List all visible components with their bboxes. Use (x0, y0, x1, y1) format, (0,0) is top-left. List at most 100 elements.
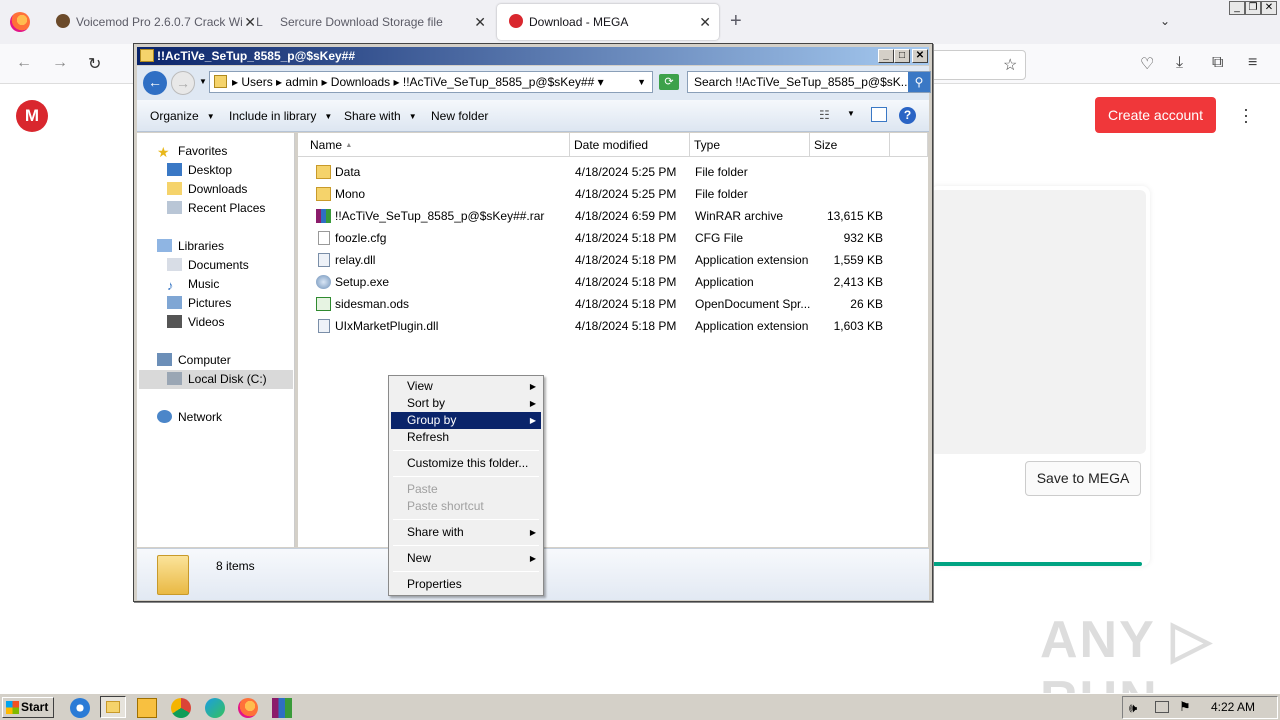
address-dropdown-icon[interactable]: ▼ (637, 72, 646, 92)
menu-label: Share with (407, 525, 464, 539)
extensions-icon[interactable]: ⧉ (1212, 54, 1223, 72)
minimize-button[interactable]: _ (878, 49, 894, 63)
column-header-extra[interactable] (890, 133, 928, 157)
new-tab-button[interactable]: + (730, 10, 742, 33)
media-player-icon[interactable] (137, 698, 157, 718)
close-browser-button[interactable]: ✕ (1261, 1, 1277, 15)
edge-icon[interactable] (205, 698, 225, 718)
pocket-icon[interactable]: ♡ (1140, 54, 1154, 74)
winrar-icon[interactable] (272, 698, 292, 718)
breadcrumb-downloads[interactable]: Downloads (331, 75, 390, 89)
url-bar[interactable]: ☆ (930, 50, 1026, 80)
preview-pane-icon[interactable] (871, 107, 887, 122)
tab-secure-download[interactable]: Sercure Download Storage file ✕ (268, 4, 494, 40)
star-icon: ★ (157, 144, 170, 160)
breadcrumb-users[interactable]: Users (241, 75, 272, 89)
nav-music[interactable]: ♪ Music (167, 277, 219, 293)
firefox-taskbar-icon[interactable] (238, 698, 258, 718)
column-header-date[interactable]: Date modified (570, 133, 690, 157)
include-in-library-button[interactable]: Include in library ▼ (229, 109, 332, 123)
bookmark-star-icon[interactable]: ☆ (1003, 55, 1017, 75)
clock[interactable]: 4:22 AM (1211, 700, 1255, 714)
breadcrumb-admin[interactable]: admin (285, 75, 318, 89)
menu-item-properties[interactable]: Properties (391, 576, 541, 593)
search-icon[interactable]: ⚲ (908, 72, 930, 92)
table-row[interactable]: sidesman.ods 4/18/2024 5:18 PM OpenDocum… (298, 293, 928, 315)
action-center-flag-icon[interactable]: ⚑ (1179, 699, 1191, 715)
mega-logo[interactable]: M (16, 100, 48, 132)
start-button[interactable]: Start (2, 697, 54, 718)
breadcrumb[interactable]: ▸ Users ▸ admin ▸ Downloads ▸ !!AcTiVe_S… (209, 71, 653, 93)
table-row[interactable]: Mono 4/18/2024 5:25 PM File folder (298, 183, 928, 205)
nav-local-disk[interactable]: Local Disk (C:) (139, 370, 293, 389)
explorer-title-bar[interactable]: !!AcTiVe_SeTup_8585_p@$sKey## _ □ ✕ (137, 47, 929, 65)
close-button[interactable]: ✕ (912, 49, 928, 63)
menu-item-view[interactable]: View ▶ (391, 378, 541, 395)
column-header-size[interactable]: Size (810, 133, 890, 157)
column-header-type[interactable]: Type (690, 133, 810, 157)
change-view-icon[interactable]: ☷ (819, 108, 830, 122)
volume-icon[interactable]: 🕪 (1129, 700, 1137, 716)
table-row[interactable]: Data 4/18/2024 5:25 PM File folder (298, 161, 928, 183)
tab-voicemod[interactable]: Voicemod Pro 2.6.0.7 Crack With L ✕ (44, 4, 264, 40)
column-header-name[interactable]: Name ▲ (298, 133, 570, 157)
menu-item-sort-by[interactable]: Sort by ▶ (391, 395, 541, 412)
tab-mega[interactable]: Download - MEGA ✕ (497, 4, 719, 40)
nav-pictures[interactable]: Pictures (167, 296, 231, 310)
help-icon[interactable]: ? (899, 107, 916, 124)
close-icon[interactable]: ✕ (474, 4, 486, 40)
breadcrumb-current[interactable]: !!AcTiVe_SeTup_8585_p@$sKey## (403, 75, 594, 89)
view-dropdown-icon[interactable]: ▼ (847, 109, 855, 118)
more-options-icon[interactable]: · · · (1243, 100, 1249, 130)
list-all-tabs-button[interactable]: ⌄ (1160, 14, 1170, 28)
back-icon[interactable]: ← (16, 54, 32, 72)
save-to-mega-button[interactable]: Save to MEGA (1025, 461, 1141, 496)
recent-pages-dropdown-icon[interactable]: ▼ (199, 77, 207, 86)
internet-explorer-icon[interactable] (70, 698, 90, 718)
share-with-button[interactable]: Share with ▼ (344, 109, 417, 123)
new-folder-button[interactable]: New folder (431, 109, 488, 123)
nav-documents[interactable]: Documents (167, 258, 249, 272)
refresh-icon[interactable]: ⟳ (659, 74, 679, 90)
chrome-icon[interactable] (171, 698, 191, 718)
table-row[interactable]: relay.dll 4/18/2024 5:18 PM Application … (298, 249, 928, 271)
nav-network[interactable]: Network (157, 410, 222, 424)
menu-item-new[interactable]: New ▶ (391, 550, 541, 567)
close-icon[interactable]: ✕ (699, 4, 711, 40)
table-row[interactable]: Setup.exe 4/18/2024 5:18 PM Application … (298, 271, 928, 293)
file-name: UIxMarketPlugin.dll (335, 319, 439, 333)
firefox-logo-icon[interactable] (10, 12, 30, 32)
close-icon[interactable]: ✕ (242, 4, 256, 40)
menu-item-group-by[interactable]: Group by ▶ (391, 412, 541, 429)
restore-browser-button[interactable]: ❐ (1245, 1, 1261, 15)
downloads-icon[interactable]: ⤓ (1176, 54, 1183, 72)
menu-item-share-with[interactable]: Share with ▶ (391, 524, 541, 541)
minimize-browser-button[interactable]: _ (1229, 1, 1245, 15)
organize-label: Organize (150, 109, 199, 123)
menu-item-paste-shortcut[interactable]: Paste shortcut (391, 498, 541, 515)
reload-icon[interactable]: ↻ (88, 54, 101, 74)
organize-button[interactable]: Organize ▼ (150, 109, 215, 123)
forward-button-icon[interactable]: → (171, 71, 195, 95)
network-tray-icon[interactable] (1155, 701, 1169, 713)
nav-recent-places[interactable]: Recent Places (167, 201, 265, 215)
nav-favorites[interactable]: ★ Favorites (157, 144, 227, 160)
explorer-taskbar-button[interactable] (100, 696, 126, 718)
maximize-button[interactable]: □ (894, 49, 910, 63)
table-row[interactable]: foozle.cfg 4/18/2024 5:18 PM CFG File 93… (298, 227, 928, 249)
nav-computer[interactable]: Computer (157, 353, 231, 367)
back-button-icon[interactable]: ← (143, 71, 167, 95)
table-row[interactable]: UIxMarketPlugin.dll 4/18/2024 5:18 PM Ap… (298, 315, 928, 337)
forward-icon[interactable]: → (52, 54, 68, 72)
table-row[interactable]: !!AcTiVe_SeTup_8585_p@$sKey##.rar 4/18/2… (298, 205, 928, 227)
menu-item-refresh[interactable]: Refresh (391, 429, 541, 446)
menu-item-paste[interactable]: Paste (391, 481, 541, 498)
nav-desktop[interactable]: Desktop (167, 163, 232, 177)
menu-item-customize[interactable]: Customize this folder... (391, 455, 541, 472)
nav-libraries[interactable]: Libraries (157, 239, 224, 253)
nav-videos[interactable]: Videos (167, 315, 224, 329)
menu-icon[interactable]: ≡ (1248, 54, 1257, 72)
nav-downloads[interactable]: Downloads (167, 182, 247, 196)
create-account-button[interactable]: Create account (1095, 97, 1216, 133)
search-input[interactable]: Search !!AcTiVe_SeTup_8585_p@$sK... ⚲ (687, 71, 931, 93)
